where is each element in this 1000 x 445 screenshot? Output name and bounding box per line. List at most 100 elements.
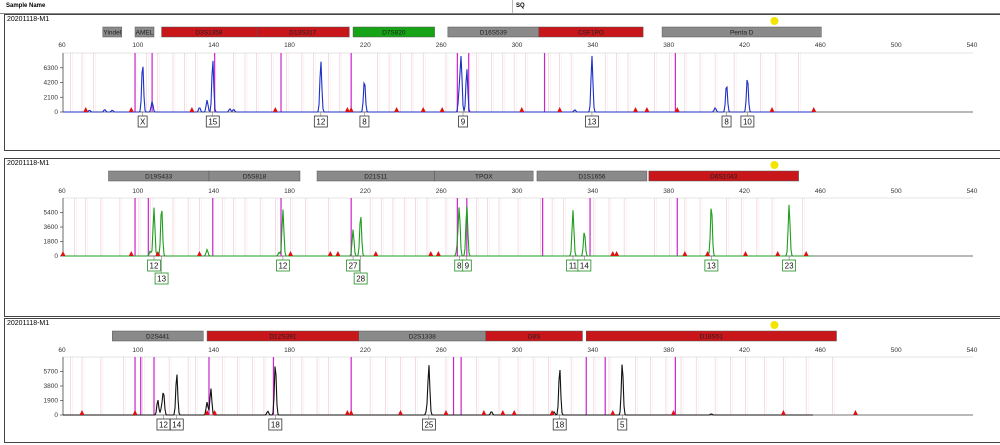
x-tick-label: 500 (891, 42, 902, 49)
locus-marker[interactable]: D18S51 (586, 330, 837, 342)
locus-marker[interactable]: D21S11 (316, 170, 435, 182)
off-scale-marker (614, 251, 620, 256)
allele-label: 13 (707, 261, 716, 270)
electropherogram-chart: D19S433 D5S818 D21S11 TPOX D1S1656 D6S1043 60 1… (44, 161, 978, 285)
off-scale-marker (481, 410, 487, 415)
locus-marker[interactable]: D5S818 (208, 170, 301, 182)
allele-call[interactable]: 9 (458, 112, 468, 128)
locus-marker[interactable]: TPOX (434, 170, 534, 182)
allele-call[interactable]: 12 (313, 112, 328, 128)
locus-marker[interactable]: D13S317 (256, 26, 350, 38)
off-scale-marker (288, 251, 293, 256)
locus-marker[interactable]: CSF1PO (538, 26, 644, 38)
allele-call[interactable]: 15 (205, 112, 220, 128)
locus-marker[interactable]: D3S1358 (161, 26, 257, 38)
allele-call[interactable]: 8 (359, 112, 370, 128)
x-tick-label: 260 (436, 188, 447, 195)
allele-call[interactable]: 5 (617, 415, 628, 431)
allele-label: 18 (271, 420, 280, 429)
allele-call[interactable]: 12 (276, 256, 290, 272)
x-tick-label: 60 (58, 347, 66, 354)
locus-marker[interactable]: AMEL (134, 26, 155, 38)
locus-marker[interactable]: D12S391 (206, 330, 359, 342)
signal-trace (63, 55, 813, 113)
sizing-star-icon[interactable] (770, 161, 779, 169)
allele-label: 13 (157, 274, 166, 283)
electropherogram-panel-green[interactable]: 20201118-M1 D19S433 D5S818 D21S11 TPOX D1S16… (4, 158, 1000, 317)
locus-label: Yindel (103, 29, 121, 36)
y-tick-label: 5400 (44, 210, 59, 217)
allele-call[interactable]: X (137, 112, 148, 128)
electropherogram-panel-black[interactable]: 20201118-M1 D2S441 D12S391 D2S1338 D8S D18S5… (4, 318, 1000, 443)
allele-call[interactable]: 12 (147, 256, 161, 272)
allele-call[interactable]: 8 (721, 112, 732, 128)
off-scale-marker (373, 251, 379, 256)
locus-marker[interactable]: D1S1656 (536, 170, 648, 182)
allele-label: 9 (461, 117, 466, 126)
x-tick-label: 540 (967, 347, 978, 354)
allele-call[interactable]: 10 (740, 112, 755, 128)
column-divider (512, 0, 513, 13)
allele-call[interactable]: 23 (782, 256, 797, 272)
x-tick-label: 180 (284, 42, 295, 49)
x-tick-label: 220 (360, 188, 371, 195)
locus-marker[interactable]: Yindel (102, 26, 123, 38)
x-tick-label: 340 (587, 188, 598, 195)
allele-call[interactable]: 27 (346, 256, 360, 272)
y-tick-label: 1800 (44, 239, 59, 246)
allele-label: 23 (785, 261, 794, 270)
locus-marker[interactable]: D8S (485, 330, 583, 342)
locus-label: D16S539 (480, 29, 507, 36)
sample-name-column[interactable]: Sample Name (6, 3, 45, 9)
allele-call[interactable]: 14 (577, 256, 592, 272)
locus-label: AMEL (136, 29, 154, 36)
y-tick-label: 3800 (44, 383, 59, 390)
off-scale-marker (189, 107, 195, 112)
allele-call[interactable]: 13 (585, 112, 599, 128)
off-scale-marker (682, 251, 688, 256)
locus-marker[interactable]: D7S820 (352, 26, 435, 38)
signal-trace (63, 204, 813, 257)
allele-label: 15 (208, 117, 217, 126)
sq-column[interactable]: SQ (516, 3, 525, 9)
x-tick-label: 140 (208, 188, 219, 195)
off-scale-marker (769, 107, 775, 112)
locus-label: D6S1043 (710, 173, 737, 180)
signal-trace (63, 364, 813, 416)
x-tick-label: 460 (815, 42, 826, 49)
sizing-star-icon[interactable] (770, 17, 779, 25)
off-scale-marker (435, 251, 441, 256)
locus-label: D21S11 (364, 173, 387, 180)
allele-label: 10 (743, 117, 752, 126)
off-scale-marker (335, 251, 341, 256)
off-scale-marker (420, 107, 426, 112)
locus-label: Penta D (730, 29, 754, 36)
allele-call[interactable]: 14 (169, 415, 184, 431)
off-scale-marker (775, 251, 781, 256)
allele-call[interactable]: 13 (704, 256, 719, 272)
allele-call[interactable]: 12 (156, 415, 171, 431)
locus-marker[interactable]: D6S1043 (648, 170, 799, 182)
allele-label: 12 (278, 261, 287, 270)
off-scale-marker (644, 107, 650, 112)
allele-call[interactable]: 25 (421, 415, 436, 431)
allele-call[interactable]: 9 (461, 256, 472, 272)
electropherogram-panel-blue[interactable]: 20201118-M1 Yindel AMEL D3S1358 D13S317 D7S8… (4, 14, 1000, 151)
locus-marker[interactable]: Penta D (661, 26, 822, 38)
locus-marker[interactable]: D19S433 (108, 170, 210, 182)
off-scale-marker (811, 107, 817, 112)
allele-call[interactable]: 18 (268, 415, 283, 431)
off-scale-marker (79, 410, 85, 415)
x-tick-label: 460 (815, 188, 826, 195)
sizing-star-icon[interactable] (770, 321, 779, 329)
locus-marker[interactable]: D2S441 (112, 330, 204, 342)
x-tick-label: 420 (739, 347, 750, 354)
allele-label: 25 (424, 420, 433, 429)
y-tick-label: 0 (54, 253, 58, 260)
allele-call[interactable]: 18 (552, 415, 567, 431)
locus-marker[interactable]: D16S539 (447, 26, 540, 38)
off-scale-marker (443, 410, 449, 415)
locus-label: D19S433 (145, 173, 172, 180)
locus-marker[interactable]: D2S1338 (358, 330, 487, 342)
x-tick-label: 100 (132, 347, 143, 354)
